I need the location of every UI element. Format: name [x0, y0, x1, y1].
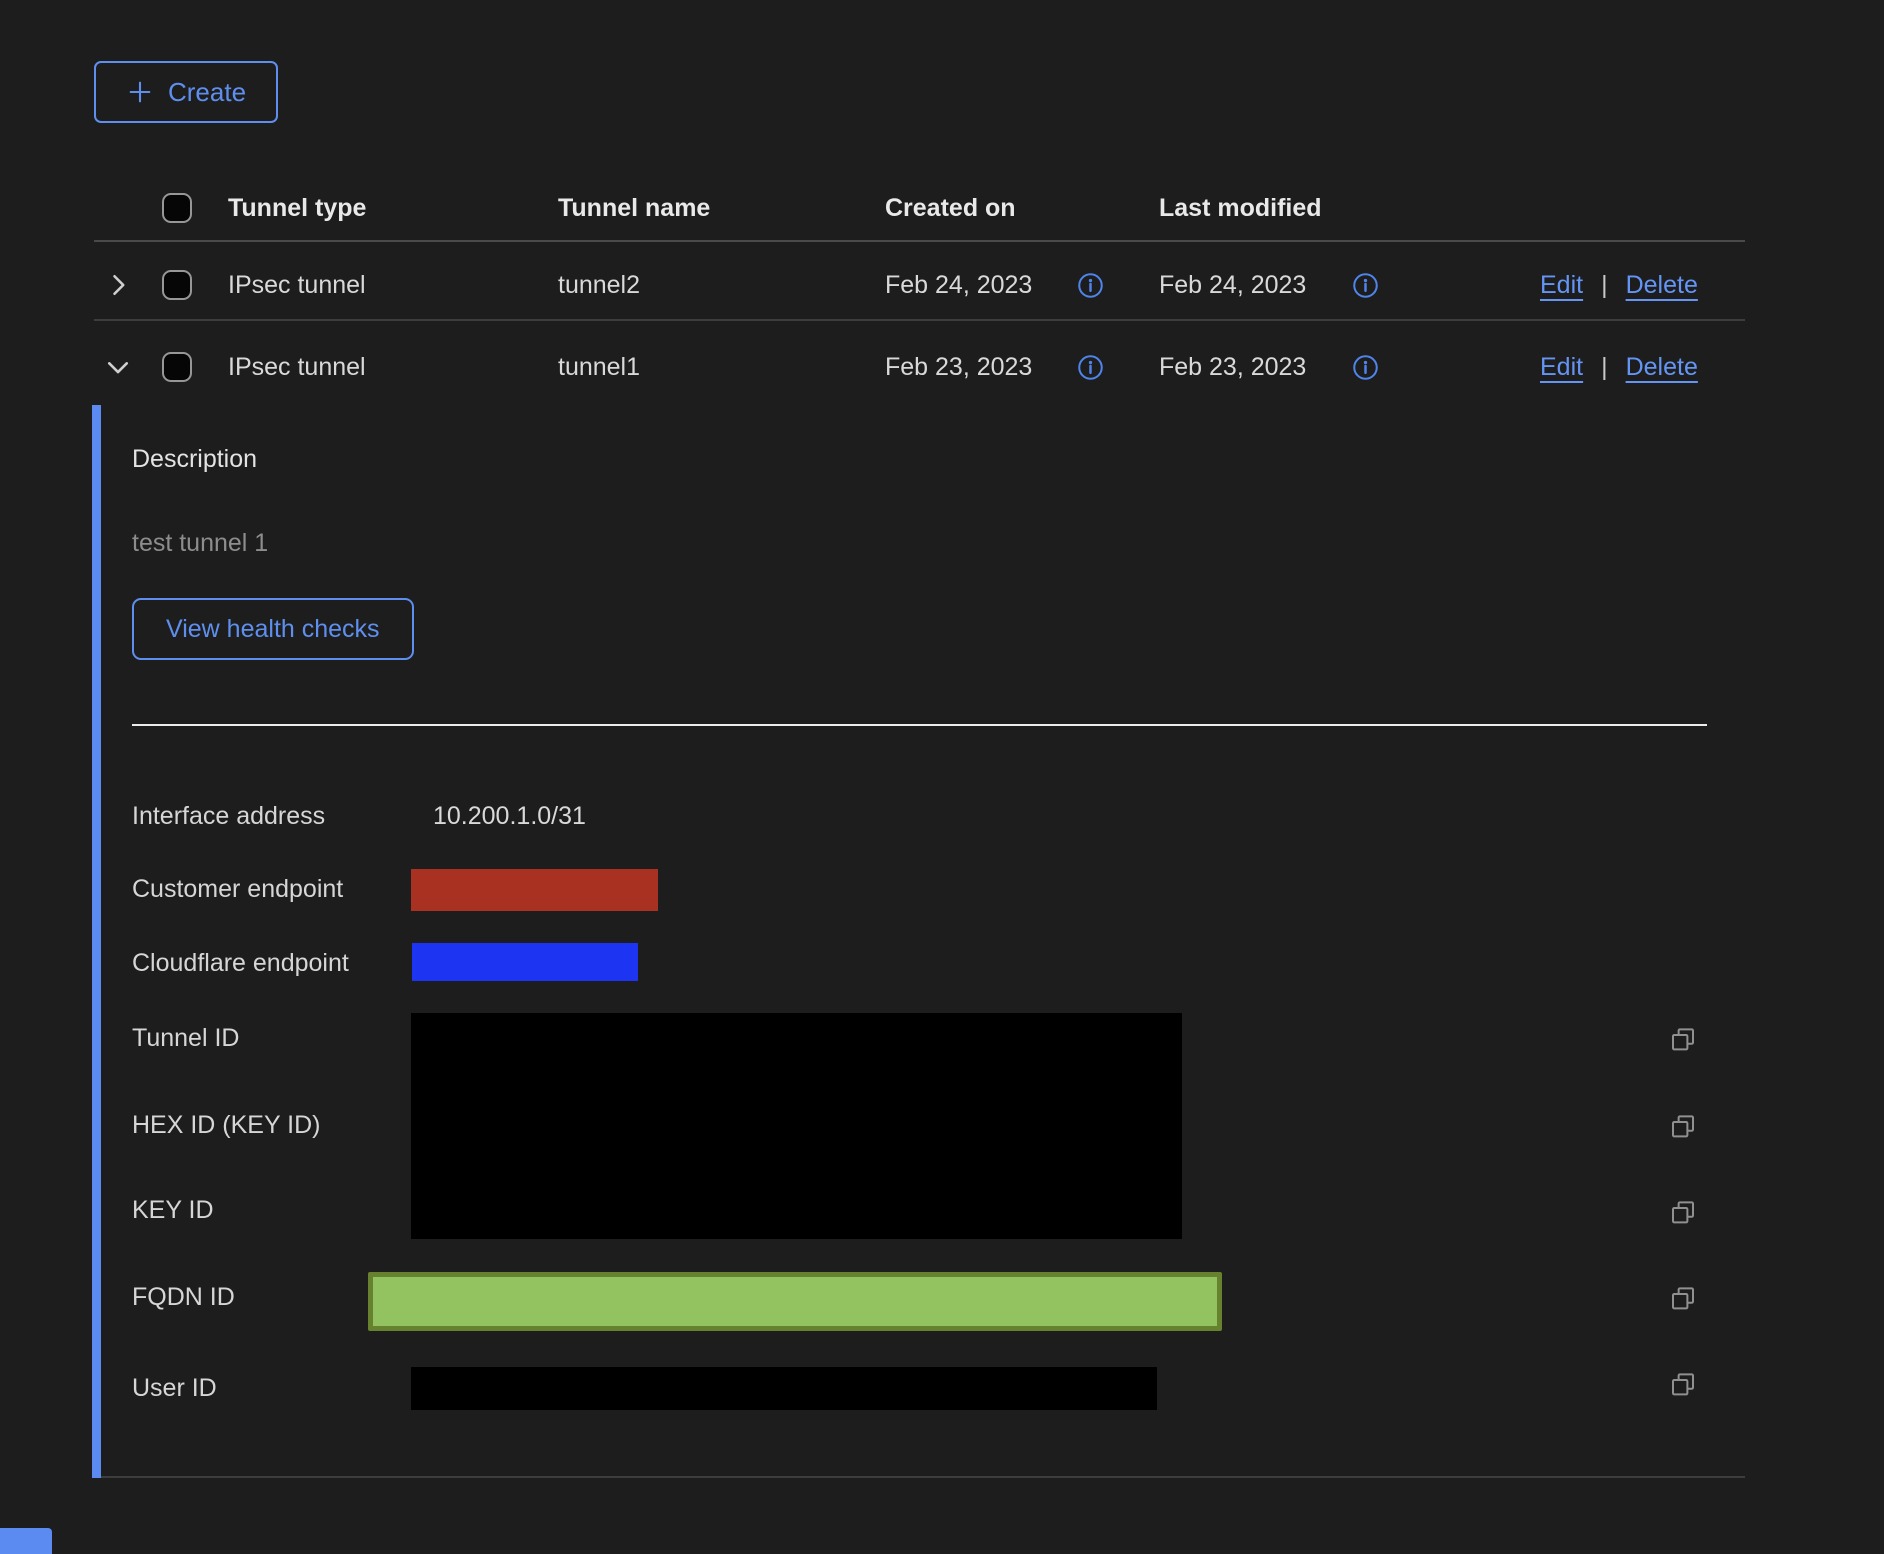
- select-all-checkbox[interactable]: [162, 193, 192, 223]
- chevron-down-icon[interactable]: [104, 354, 132, 387]
- hex-id-label: HEX ID (KEY ID): [132, 1110, 320, 1140]
- description-label: Description: [132, 444, 257, 474]
- interface-address-label: Interface address: [132, 801, 325, 831]
- partial-blue-button[interactable]: [0, 1528, 52, 1554]
- create-button-label: Create: [168, 77, 246, 108]
- expanded-row-indicator-bar: [92, 405, 101, 1478]
- interface-address-value: 10.200.1.0/31: [433, 801, 586, 831]
- plus-icon: [126, 78, 154, 106]
- info-icon[interactable]: [1352, 272, 1379, 304]
- description-value: test tunnel 1: [132, 528, 268, 558]
- copy-icon[interactable]: [1668, 1198, 1698, 1228]
- tunnel-name-cell: tunnel1: [558, 352, 640, 382]
- edit-link[interactable]: Edit: [1540, 352, 1583, 382]
- action-separator: |: [1601, 270, 1608, 300]
- copy-icon[interactable]: [1668, 1112, 1698, 1142]
- last-modified-cell: Feb 23, 2023: [1159, 352, 1306, 382]
- cloudflare-endpoint-redacted-value: [412, 943, 638, 981]
- tunnel-name-cell: tunnel2: [558, 270, 640, 300]
- row-checkbox[interactable]: [162, 352, 192, 382]
- column-header-created-on: Created on: [885, 193, 1016, 223]
- create-button[interactable]: Create: [94, 61, 278, 123]
- row-divider: [94, 319, 1745, 321]
- header-divider: [94, 240, 1745, 242]
- column-header-last-modified: Last modified: [1159, 193, 1322, 223]
- column-header-tunnel-type: Tunnel type: [228, 193, 366, 223]
- created-on-cell: Feb 23, 2023: [885, 352, 1032, 382]
- tunnel-type-cell: IPsec tunnel: [228, 352, 366, 382]
- customer-endpoint-label: Customer endpoint: [132, 874, 343, 904]
- customer-endpoint-redacted-value: [411, 869, 658, 911]
- last-modified-cell: Feb 24, 2023: [1159, 270, 1306, 300]
- copy-icon[interactable]: [1668, 1370, 1698, 1400]
- user-id-redacted-value: [411, 1367, 1157, 1410]
- delete-link[interactable]: Delete: [1626, 352, 1698, 382]
- column-header-tunnel-name: Tunnel name: [558, 193, 710, 223]
- tunnel-type-cell: IPsec tunnel: [228, 270, 366, 300]
- copy-icon[interactable]: [1668, 1025, 1698, 1055]
- view-health-checks-button[interactable]: View health checks: [132, 598, 414, 660]
- id-values-redacted-block: [411, 1013, 1182, 1239]
- action-separator: |: [1601, 352, 1608, 382]
- info-icon[interactable]: [1352, 354, 1379, 386]
- cloudflare-endpoint-label: Cloudflare endpoint: [132, 948, 349, 978]
- edit-link[interactable]: Edit: [1540, 270, 1583, 300]
- panel-bottom-divider: [101, 1476, 1745, 1478]
- fqdn-id-label: FQDN ID: [132, 1282, 235, 1312]
- delete-link[interactable]: Delete: [1626, 270, 1698, 300]
- fqdn-id-redacted-value: [368, 1272, 1222, 1331]
- copy-icon[interactable]: [1668, 1284, 1698, 1314]
- user-id-label: User ID: [132, 1373, 217, 1403]
- row-checkbox[interactable]: [162, 270, 192, 300]
- tunnel-id-label: Tunnel ID: [132, 1023, 239, 1053]
- detail-divider: [132, 724, 1707, 726]
- info-icon[interactable]: [1077, 354, 1104, 386]
- chevron-right-icon[interactable]: [104, 271, 132, 304]
- key-id-label: KEY ID: [132, 1195, 214, 1225]
- info-icon[interactable]: [1077, 272, 1104, 304]
- created-on-cell: Feb 24, 2023: [885, 270, 1032, 300]
